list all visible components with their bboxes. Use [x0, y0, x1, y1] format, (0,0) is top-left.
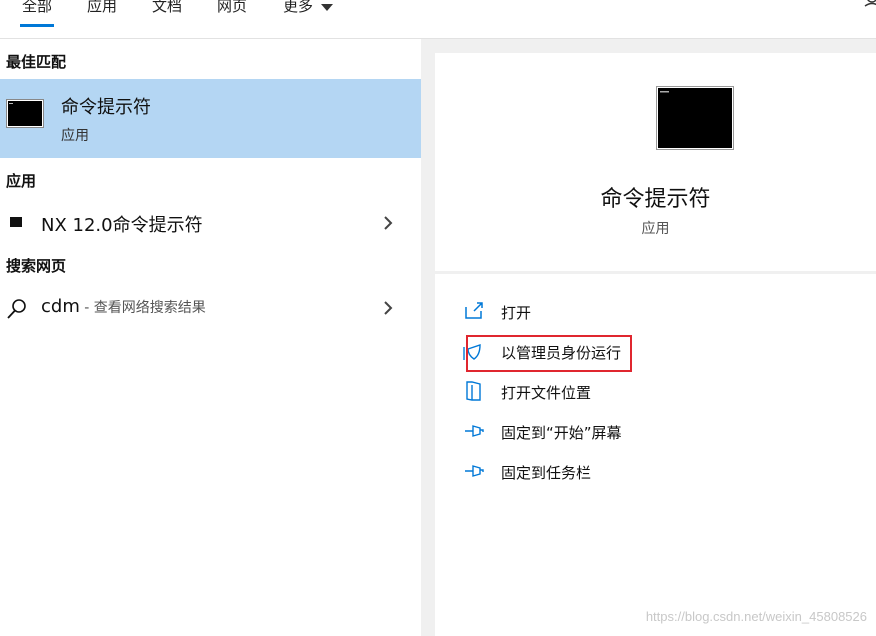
tab-all[interactable]: 全部: [19, 0, 55, 27]
web-search-text: cdm - 查看网络搜索结果: [41, 296, 206, 317]
highlight-annotation: [466, 335, 632, 372]
detail-subtitle: 应用: [641, 221, 670, 237]
cmd-icon: [656, 86, 734, 150]
action-pin-to-taskbar[interactable]: 固定到任务栏: [463, 458, 843, 486]
web-search-suffix: - 查看网络搜索结果: [79, 300, 206, 316]
divider: [435, 271, 876, 274]
tab-documents[interactable]: 文档: [152, 0, 182, 18]
pin-icon: [465, 465, 484, 477]
person-icon[interactable]: [864, 0, 876, 12]
action-open-file-location[interactable]: 打开文件位置: [463, 378, 843, 406]
chevron-right-icon[interactable]: [383, 300, 393, 316]
tab-more-label: 更多: [283, 0, 314, 15]
search-tab-bar: 全部 应用 文档 网页 更多: [0, 0, 876, 39]
list-item-web-search[interactable]: cdm - 查看网络搜索结果: [0, 288, 421, 326]
tab-apps[interactable]: 应用: [87, 0, 117, 18]
web-search-query: cdm: [41, 296, 80, 317]
tab-web[interactable]: 网页: [217, 0, 247, 18]
app-icon: [10, 217, 22, 227]
tab-more[interactable]: 更多: [283, 0, 334, 18]
action-label: 固定到任务栏: [501, 464, 592, 482]
action-label: 固定到“开始”屏幕: [501, 424, 622, 442]
panel-divider: [421, 39, 435, 636]
open-icon: [465, 302, 483, 319]
chevron-right-icon[interactable]: [383, 215, 393, 231]
best-match-subtitle: 应用: [61, 128, 89, 144]
folder-location-icon: [466, 381, 481, 401]
action-label: 打开: [501, 304, 532, 322]
action-label: 打开文件位置: [501, 384, 592, 402]
section-header-best-match: 最佳匹配: [6, 53, 67, 71]
best-match-item[interactable]: 命令提示符 应用: [0, 79, 421, 158]
watermark: https://blog.csdn.net/weixin_45808526: [645, 609, 867, 624]
action-pin-to-start[interactable]: 固定到“开始”屏幕: [463, 418, 843, 446]
section-header-apps: 应用: [6, 172, 37, 190]
chevron-down-icon: [321, 3, 334, 11]
results-panel: 最佳匹配 命令提示符 应用 应用 NX 12.0命令提示符 搜索网页 cdm -…: [0, 39, 421, 636]
pin-icon: [465, 425, 484, 437]
action-open[interactable]: 打开: [463, 298, 843, 326]
list-item-label: NX 12.0命令提示符: [41, 215, 203, 236]
best-match-title: 命令提示符: [61, 97, 151, 118]
search-icon: [7, 299, 26, 319]
list-item-nx-cmd[interactable]: NX 12.0命令提示符: [0, 203, 421, 241]
detail-title: 命令提示符: [600, 187, 711, 212]
section-header-web: 搜索网页: [6, 257, 67, 275]
cmd-icon: [6, 99, 44, 128]
